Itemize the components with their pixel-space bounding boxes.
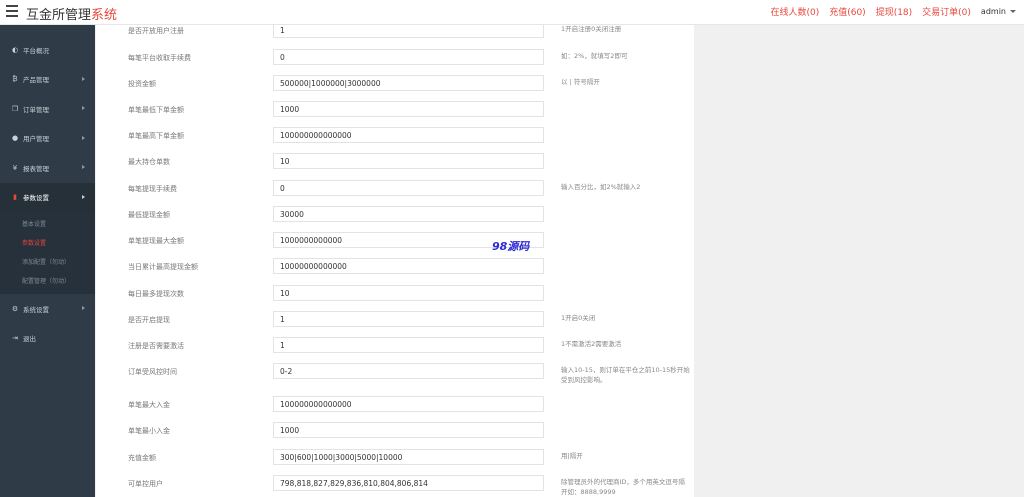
- watermark: 98源码: [492, 240, 530, 253]
- yen-icon: ¥: [12, 163, 18, 172]
- sidebar-item-label: 退出: [23, 335, 36, 344]
- field-help: 用|隔开: [561, 452, 583, 460]
- withdraw-fee-input[interactable]: [273, 180, 544, 196]
- field-help: 输入10-15，则订单在平仓之前10-15秒开始受到风控影响。: [561, 366, 690, 384]
- sidebar-item-params[interactable]: ▮ 参数设置: [0, 182, 95, 212]
- sidebar-item-logout[interactable]: ⇥ 退出: [0, 324, 95, 354]
- chevron-right-icon: [82, 135, 85, 140]
- submenu-item-basic[interactable]: 基本设置: [0, 215, 95, 234]
- sidebar-item-reports[interactable]: ¥ 报表管理: [0, 153, 95, 183]
- menu-toggle-icon[interactable]: [6, 5, 18, 17]
- submenu-item-config-manage[interactable]: 配置管理（勿动）: [0, 272, 95, 291]
- field-label: 单笔最高下单金额: [128, 132, 184, 140]
- field-label: 最大持仓单数: [128, 158, 170, 166]
- cogs-icon: ⚙: [11, 304, 19, 313]
- withdraw-link[interactable]: 提现(18): [876, 5, 912, 18]
- field-help: 1开启0关闭: [561, 314, 596, 322]
- submenu-item-params[interactable]: 参数设置: [0, 234, 95, 253]
- recharge-link[interactable]: 充值(60): [829, 5, 865, 18]
- field-help: 除管理员外的代理商ID，多个用英文逗号隔开如：8888,9999: [561, 478, 685, 496]
- field-label: 单笔最低下单金额: [128, 106, 184, 114]
- field-label: 每笔提现手续费: [128, 185, 177, 193]
- max-deposit-input[interactable]: [273, 396, 544, 412]
- logout-icon: ⇥: [12, 334, 18, 343]
- chevron-right-icon: [82, 306, 85, 311]
- sidebar-item-label: 系统设置: [23, 305, 49, 314]
- chevron-down-icon: [82, 194, 85, 199]
- field-label: 投资金额: [128, 80, 156, 88]
- field-help: 如：2%，就填写2即可: [561, 52, 628, 60]
- field-label: 可单控用户: [128, 480, 163, 488]
- user-name: admin: [980, 7, 1006, 16]
- sidebar-item-label: 订单管理: [23, 105, 49, 114]
- recharge-amount-input[interactable]: [273, 449, 544, 465]
- submenu-item-add-config[interactable]: 添加配置（勿动）: [0, 253, 95, 272]
- sidebar-item-orders[interactable]: ❐ 订单管理: [0, 94, 95, 124]
- field-label: 每笔平台收取手续费: [128, 54, 191, 62]
- field-help: 1开启注册0关闭注册: [561, 25, 622, 33]
- submenu-params: 基本设置 参数设置 添加配置（勿动） 配置管理（勿动）: [0, 212, 95, 294]
- min-deposit-input[interactable]: [273, 422, 544, 438]
- brand-accent: 系统: [91, 8, 118, 23]
- max-order-input[interactable]: [273, 127, 544, 143]
- invest-amount-input[interactable]: [273, 75, 544, 91]
- field-label: 是否开启提现: [128, 316, 170, 324]
- max-positions-input[interactable]: [273, 153, 544, 169]
- sidebar-item-label: 用户管理: [23, 135, 49, 144]
- user-menu[interactable]: admin: [981, 7, 1016, 16]
- min-order-input[interactable]: [273, 101, 544, 117]
- field-label: 每日最多提现次数: [128, 290, 184, 298]
- file-icon: ▮: [13, 193, 17, 202]
- field-label: 最低提现金额: [128, 211, 170, 219]
- field-label: 单笔最大入金: [128, 401, 170, 409]
- sidebar-item-label: 报表管理: [23, 164, 49, 173]
- platform-fee-input[interactable]: [273, 49, 544, 65]
- field-help: 输入百分比，如2%就输入2: [561, 183, 641, 191]
- user-icon: ●: [11, 134, 19, 143]
- daily-withdraw-count-input[interactable]: [273, 285, 544, 301]
- sidebar-item-label: 平台概况: [23, 46, 49, 55]
- top-nav: 在线人数(0) 充值(60) 提现(18) 交易订单(0) admin: [770, 5, 1016, 18]
- withdraw-enabled-input[interactable]: [273, 311, 544, 327]
- field-help: 1不需激活2需要激活: [561, 340, 622, 348]
- chevron-down-icon: [1010, 10, 1016, 13]
- app-title: 互金所管理系统: [26, 4, 117, 23]
- sidebar-item-label: 产品管理: [23, 76, 49, 85]
- field-label: 单笔最小入金: [128, 427, 170, 435]
- min-withdraw-input[interactable]: [273, 206, 544, 222]
- sidebar-item-system[interactable]: ⚙ 系统设置: [0, 294, 95, 324]
- sidebar-item-overview[interactable]: ◐ 平台概况: [0, 35, 95, 65]
- copy-icon: ❐: [11, 104, 19, 113]
- daily-withdraw-limit-input[interactable]: [273, 258, 544, 274]
- chevron-right-icon: [82, 165, 85, 170]
- chevron-right-icon: [82, 106, 85, 111]
- field-label: 单笔提现最大金额: [128, 237, 184, 245]
- dashboard-icon: ◐: [11, 45, 19, 54]
- field-label: 充值金额: [128, 454, 156, 462]
- field-label: 注册是否需要激活: [128, 342, 184, 350]
- field-label: 当日累计最高提现金额: [128, 263, 198, 271]
- sidebar: ◐ 平台概况 ₿ 产品管理 ❐ 订单管理 ● 用户管理 ¥ 报表管理 ▮ 参数设…: [0, 25, 95, 497]
- brand-main: 互金所管理: [26, 8, 92, 23]
- trade-orders-link[interactable]: 交易订单(0): [922, 5, 971, 18]
- field-help: 以 | 符号隔开: [561, 78, 600, 86]
- chevron-right-icon: [82, 76, 85, 81]
- online-users-link[interactable]: 在线人数(0): [770, 5, 819, 18]
- settings-panel: 是否开放用户注册 1开启注册0关闭注册 每笔平台收取手续费 如：2%，就填写2即…: [96, 25, 694, 497]
- sidebar-item-users[interactable]: ● 用户管理: [0, 124, 95, 154]
- register-activation-input[interactable]: [273, 337, 544, 353]
- field-label: 订单受风控时间: [128, 368, 177, 376]
- controllable-users-input[interactable]: [273, 475, 544, 491]
- bitcoin-icon: ₿: [12, 75, 18, 84]
- sidebar-item-products[interactable]: ₿ 产品管理: [0, 65, 95, 95]
- risk-control-time-input[interactable]: [273, 363, 544, 379]
- sidebar-item-label: 参数设置: [23, 194, 49, 203]
- register-open-input[interactable]: [273, 25, 544, 38]
- top-bar: 互金所管理系统 在线人数(0) 充值(60) 提现(18) 交易订单(0) ad…: [0, 0, 1024, 25]
- field-label: 是否开放用户注册: [128, 27, 184, 35]
